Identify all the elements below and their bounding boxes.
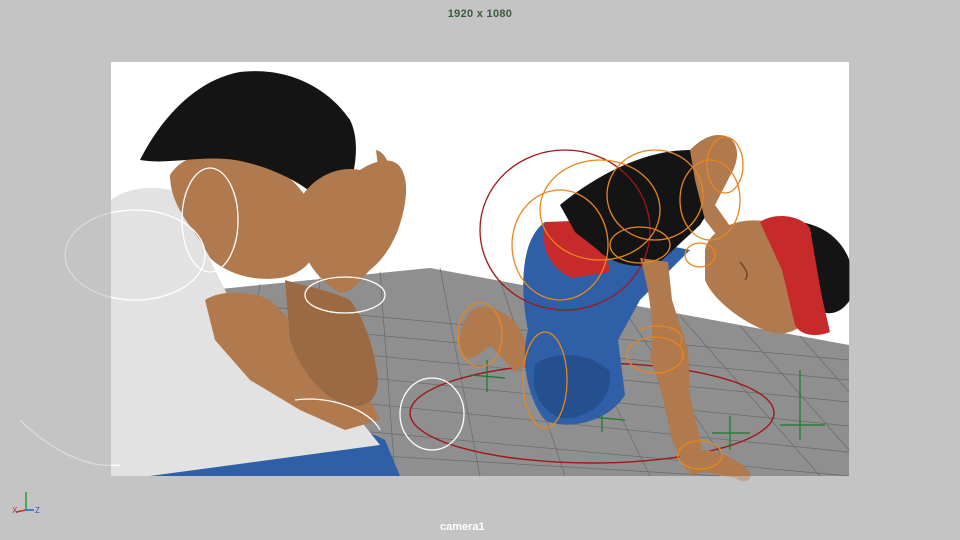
maya-viewport[interactable]: 1920 x 1080 X Z camera1: [0, 0, 960, 540]
scene-render[interactable]: [0, 0, 960, 540]
resolution-gate-label: 1920 x 1080: [447, 8, 513, 20]
axis-label-z: Z: [35, 506, 40, 515]
view-axis-indicator: X Z: [12, 492, 40, 515]
axis-label-x: X: [12, 506, 18, 515]
camera-label: camera1: [440, 521, 485, 533]
